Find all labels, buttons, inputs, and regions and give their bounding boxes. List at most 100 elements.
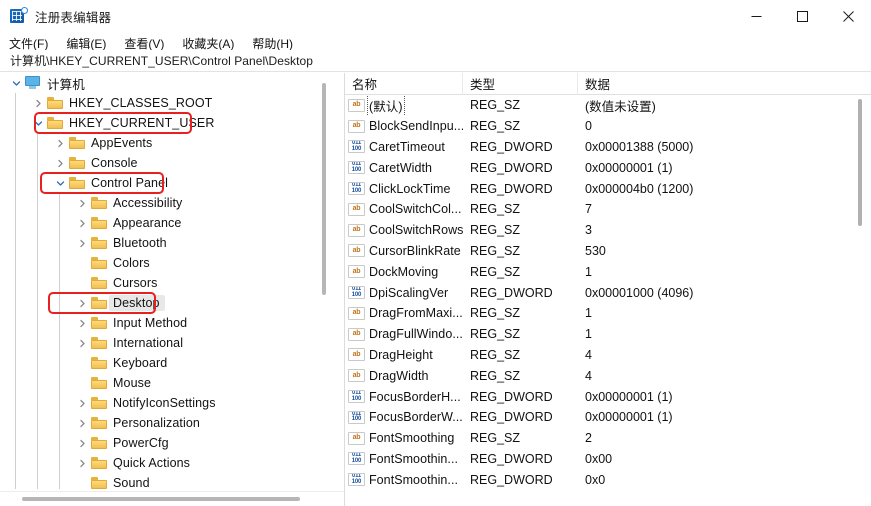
tree-vertical-scroll-thumb[interactable] <box>322 83 326 295</box>
values-vertical-scrollbar[interactable] <box>854 95 866 506</box>
chevron-right-icon[interactable] <box>74 453 90 473</box>
tree-item-keyboard[interactable]: Keyboard <box>0 353 330 373</box>
string-value-icon: ab <box>348 119 365 133</box>
tree-item--[interactable]: 计算机 <box>0 73 330 93</box>
close-icon[interactable] <box>825 0 871 32</box>
chevron-down-icon[interactable] <box>30 113 46 133</box>
chevron-right-icon[interactable] <box>74 313 90 333</box>
tree-item-label: Sound <box>113 476 150 489</box>
value-row[interactable]: 011 100 FocusBorderW... REG_DWORD 0x00000001… <box>345 407 860 428</box>
value-row[interactable]: 011 100 CaretWidth REG_DWORD 0x00000001 (1) <box>345 157 860 178</box>
value-row[interactable]: ab FontSmoothing REG_SZ 2 <box>345 428 860 449</box>
tree-item-console[interactable]: Console <box>0 153 330 173</box>
chevron-right-icon[interactable] <box>74 193 90 213</box>
column-header-type[interactable]: 类型 <box>463 73 578 95</box>
tree-item-powercfg[interactable]: PowerCfg <box>0 433 330 453</box>
value-row[interactable]: ab (默认) REG_SZ (数值未设置) <box>345 95 860 116</box>
value-type: REG_DWORD <box>470 181 553 196</box>
chevron-right-icon[interactable] <box>30 93 46 113</box>
value-row[interactable]: ab BlockSendInpu... REG_SZ 0 <box>345 116 860 137</box>
chevron-right-icon[interactable] <box>74 293 90 313</box>
value-row[interactable]: 011 100 FontSmoothin... REG_DWORD 0x00 <box>345 449 860 470</box>
values-vertical-scroll-thumb[interactable] <box>858 99 862 226</box>
value-row[interactable]: ab CoolSwitchRows REG_SZ 3 <box>345 220 860 241</box>
chevron-right-icon[interactable] <box>52 153 68 173</box>
column-header-data[interactable]: 数据 <box>578 73 863 95</box>
dword-value-icon: 011 100 <box>348 286 365 300</box>
value-data: 0x00000001 (1) <box>585 410 673 425</box>
tree-item-quick-actions[interactable]: Quick Actions <box>0 453 330 473</box>
chevron-right-icon[interactable] <box>74 213 90 233</box>
maximize-icon[interactable] <box>779 0 825 32</box>
tree-indent-guide <box>59 453 60 473</box>
tree-item-label: Quick Actions <box>113 456 191 470</box>
dword-value-icon: 011 100 <box>348 410 365 424</box>
chevron-down-icon[interactable] <box>8 73 24 93</box>
registry-editor-icon <box>9 7 28 25</box>
chevron-right-icon[interactable] <box>74 393 90 413</box>
tree-item-cursors[interactable]: Cursors <box>0 273 330 293</box>
chevron-right-icon[interactable] <box>74 413 90 433</box>
tree-item-desktop[interactable]: Desktop <box>0 293 330 313</box>
tree-item-sound[interactable]: Sound <box>0 473 330 489</box>
value-row[interactable]: 011 100 DpiScalingVer REG_DWORD 0x00001000 (… <box>345 282 860 303</box>
tree-leaf-spacer <box>74 273 90 293</box>
tree-item-hkey-classes-root[interactable]: HKEY_CLASSES_ROOT <box>0 93 330 113</box>
column-header-name[interactable]: 名称 <box>345 73 463 95</box>
value-row[interactable]: 011 100 FocusBorderH... REG_DWORD 0x00000001… <box>345 386 860 407</box>
tree-item-notifyiconsettings[interactable]: NotifyIconSettings <box>0 393 330 413</box>
tree-horizontal-scrollbar[interactable] <box>0 491 344 506</box>
tree-indent-guide <box>37 433 38 453</box>
tree-indent-guide <box>59 273 60 293</box>
chevron-down-icon[interactable] <box>52 173 68 193</box>
tree-item-label: Console <box>91 156 138 170</box>
value-type: REG_SZ <box>470 431 521 446</box>
folder-icon <box>46 113 65 133</box>
chevron-right-icon[interactable] <box>74 333 90 353</box>
tree-item-personalization[interactable]: Personalization <box>0 413 330 433</box>
tree-item-hkey-current-user[interactable]: HKEY_CURRENT_USER <box>0 113 330 133</box>
value-data: 0 <box>585 119 592 134</box>
value-type: REG_DWORD <box>470 389 553 404</box>
folder-icon <box>68 133 87 153</box>
value-row[interactable]: ab CoolSwitchCol... REG_SZ 7 <box>345 199 860 220</box>
value-row[interactable]: 011 100 CaretTimeout REG_DWORD 0x00001388 (5… <box>345 137 860 158</box>
tree-item-label: NotifyIconSettings <box>113 396 216 410</box>
address-bar[interactable]: 计算机\HKEY_CURRENT_USER\Control Panel\Desk… <box>0 50 871 72</box>
tree-item-bluetooth[interactable]: Bluetooth <box>0 233 330 253</box>
values-list: ab (默认) REG_SZ (数值未设置) ab BlockSendInpu... REG… <box>345 95 860 506</box>
value-row[interactable]: ab DragHeight REG_SZ 4 <box>345 345 860 366</box>
value-row[interactable]: ab DragWidth REG_SZ 4 <box>345 365 860 386</box>
value-type: REG_DWORD <box>470 451 553 466</box>
tree-indent-guide <box>15 453 16 473</box>
value-row[interactable]: ab CursorBlinkRate REG_SZ 530 <box>345 241 860 262</box>
chevron-right-icon[interactable] <box>52 133 68 153</box>
tree-item-international[interactable]: International <box>0 333 330 353</box>
tree-indent-guide <box>15 233 16 253</box>
chevron-right-icon[interactable] <box>74 233 90 253</box>
computer-icon <box>24 73 43 93</box>
tree-item-appevents[interactable]: AppEvents <box>0 133 330 153</box>
value-data: 0x00000001 (1) <box>585 389 673 404</box>
tree-indent-guide <box>59 213 60 233</box>
tree-vertical-scrollbar[interactable] <box>318 73 330 489</box>
registry-path: 计算机\HKEY_CURRENT_USER\Control Panel\Desk… <box>10 54 313 68</box>
tree-horizontal-scroll-thumb[interactable] <box>22 497 300 501</box>
value-row[interactable]: 011 100 FontSmoothin... REG_DWORD 0x0 <box>345 469 860 490</box>
value-row[interactable]: 011 100 ClickLockTime REG_DWORD 0x000004b0 (… <box>345 178 860 199</box>
value-row[interactable]: ab DragFromMaxi... REG_SZ 1 <box>345 303 860 324</box>
tree-item-accessibility[interactable]: Accessibility <box>0 193 330 213</box>
tree-indent-guide <box>15 173 16 193</box>
tree-item-colors[interactable]: Colors <box>0 253 330 273</box>
tree-item-appearance[interactable]: Appearance <box>0 213 330 233</box>
tree-item-label: Mouse <box>113 376 152 390</box>
tree-item-control-panel[interactable]: Control Panel <box>0 173 330 193</box>
chevron-right-icon[interactable] <box>74 433 90 453</box>
minimize-icon[interactable] <box>733 0 779 32</box>
tree-item-mouse[interactable]: Mouse <box>0 373 330 393</box>
tree-indent-guide <box>15 113 16 133</box>
folder-icon <box>90 373 109 393</box>
value-row[interactable]: ab DockMoving REG_SZ 1 <box>345 261 860 282</box>
tree-item-input-method[interactable]: Input Method <box>0 313 330 333</box>
value-row[interactable]: ab DragFullWindo... REG_SZ 1 <box>345 324 860 345</box>
